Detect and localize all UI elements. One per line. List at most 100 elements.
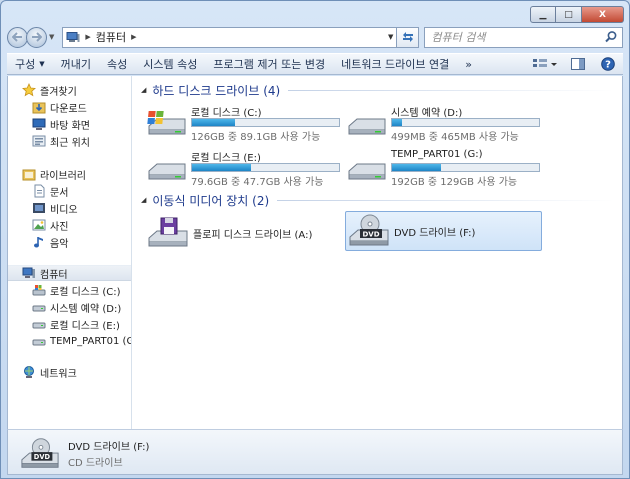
nav-label: 로컬 디스크 (E:)	[50, 320, 120, 332]
forward-arrow-icon	[32, 32, 42, 42]
drive-tile-c[interactable]: 로컬 디스크 (C:) 126GB 중 89.1GB 사용 가능	[147, 104, 342, 143]
hard-drive-icon	[348, 118, 386, 135]
properties-button[interactable]: 속성	[99, 54, 135, 74]
hard-drive-icon	[148, 163, 186, 180]
desktop-icon	[32, 118, 46, 130]
pictures-icon	[32, 219, 46, 231]
forward-button[interactable]	[26, 26, 47, 48]
navigation-pane: 즐겨찾기 다운로드 바탕 화면 최근 위치 라이브러리 문서 비디오 사진 음악…	[8, 76, 132, 429]
drive-tile-floppy[interactable]: 플로피 디스크 드라이브 (A:)	[147, 213, 343, 253]
nav-buttons: ▼	[7, 26, 54, 48]
change-view-button[interactable]	[527, 54, 563, 74]
preview-pane-button[interactable]	[563, 54, 593, 74]
documents-icon	[34, 184, 45, 198]
nav-computer[interactable]: 컴퓨터	[8, 265, 131, 281]
minimize-button[interactable]: ▁	[530, 6, 556, 23]
drive-name: 로컬 디스크 (E:)	[191, 153, 261, 164]
drive-usage-fill	[392, 119, 403, 126]
breadcrumb-computer[interactable]: 컴퓨터	[96, 29, 126, 45]
drive-usage-bar	[391, 118, 540, 127]
libraries-icon	[22, 169, 36, 181]
nav-recent-places[interactable]: 최근 위치	[32, 133, 131, 149]
drive-name: DVD 드라이브 (F:)	[394, 227, 476, 239]
dvd-logo-text: DVD	[34, 453, 51, 461]
drive-usage-bar	[191, 118, 340, 127]
nav-label: 다운로드	[50, 103, 87, 115]
nav-drive-e[interactable]: 로컬 디스크 (E:)	[32, 316, 131, 332]
hard-drive-icon	[348, 163, 386, 180]
collapse-triangle-icon[interactable]: ◢	[141, 196, 146, 204]
breadcrumb-arrow-icon[interactable]: ▶	[131, 33, 136, 41]
preview-pane-icon	[571, 58, 585, 70]
address-bar[interactable]: ▶ 컴퓨터 ▶ ▼	[62, 26, 398, 48]
refresh-button[interactable]	[397, 26, 420, 48]
nav-videos[interactable]: 비디오	[32, 200, 131, 216]
nav-pictures[interactable]: 사진	[32, 217, 131, 233]
downloads-folder-icon	[32, 102, 46, 114]
group-header-removable[interactable]: ◢ 이동식 미디어 장치 (2)	[141, 192, 614, 208]
system-properties-button[interactable]: 시스템 속성	[135, 54, 205, 74]
collapse-triangle-icon[interactable]: ◢	[141, 86, 146, 94]
nav-label: 문서	[50, 187, 69, 199]
nav-label: 네트워크	[40, 368, 77, 380]
nav-label: 음악	[50, 238, 69, 250]
computer-icon	[66, 31, 80, 42]
search-icon[interactable]	[604, 30, 618, 44]
maximize-button[interactable]: □	[556, 6, 582, 23]
eject-label: 꺼내기	[60, 58, 92, 71]
dvd-logo-text: DVD	[362, 231, 379, 239]
uninstall-program-label: 프로그램 제거 또는 변경	[213, 58, 326, 71]
nav-favorites[interactable]: 즐겨찾기	[22, 82, 131, 98]
drive-usage-fill	[192, 164, 251, 171]
drive-name: 시스템 예약 (D:)	[391, 108, 463, 119]
close-button[interactable]: X	[582, 6, 624, 23]
properties-label: 속성	[107, 58, 128, 71]
nav-label: 컴퓨터	[40, 269, 68, 281]
nav-drive-d[interactable]: 시스템 예약 (D:)	[32, 299, 131, 315]
eject-button[interactable]: 꺼내기	[53, 54, 99, 74]
more-commands-label: »	[465, 57, 473, 71]
address-dropdown-icon[interactable]: ▼	[388, 33, 393, 41]
drive-name: 플로피 디스크 드라이브 (A:)	[193, 229, 313, 241]
more-commands-button[interactable]: »	[457, 54, 480, 74]
computer-icon	[22, 267, 35, 278]
dvd-drive-icon: DVD	[349, 214, 389, 246]
floppy-drive-icon	[148, 217, 188, 247]
back-button[interactable]	[7, 26, 28, 48]
group-header-hard-drives[interactable]: ◢ 하드 디스크 드라이브 (4)	[141, 82, 614, 98]
back-arrow-icon	[12, 32, 22, 42]
search-box[interactable]	[424, 26, 623, 48]
drive-tile-e[interactable]: 로컬 디스크 (E:) 79.6GB 중 47.7GB 사용 가능	[147, 149, 342, 188]
nav-label: 시스템 예약 (D:)	[50, 303, 122, 315]
network-icon	[24, 366, 34, 378]
nav-music[interactable]: 음악	[32, 234, 131, 250]
drive-tile-d[interactable]: 시스템 예약 (D:) 499MB 중 465MB 사용 가능	[347, 104, 542, 143]
nav-libraries[interactable]: 라이브러리	[22, 166, 131, 182]
uninstall-program-button[interactable]: 프로그램 제거 또는 변경	[205, 54, 333, 74]
star-icon	[22, 83, 36, 97]
drive-usage-fill	[392, 164, 441, 171]
group-header-label: 이동식 미디어 장치 (2)	[152, 193, 270, 208]
nav-drive-g[interactable]: TEMP_PART01 (G:)	[32, 333, 131, 349]
drive-size: 126GB 중 89.1GB 사용 가능	[191, 132, 321, 143]
search-input[interactable]	[431, 30, 592, 44]
nav-drive-c[interactable]: 로컬 디스크 (C:)	[32, 282, 131, 298]
drive-tile-dvd[interactable]: DVD DVD 드라이브 (F:)	[345, 211, 542, 251]
navigation-bar: ▼ ▶ 컴퓨터 ▶ ▼	[7, 25, 623, 49]
help-button[interactable]: ?	[593, 54, 623, 74]
breadcrumb-arrow-icon[interactable]: ▶	[85, 33, 90, 41]
nav-documents[interactable]: 문서	[32, 183, 131, 199]
map-network-drive-button[interactable]: 네트워크 드라이브 연결	[333, 54, 457, 74]
nav-downloads[interactable]: 다운로드	[32, 99, 131, 115]
hard-drive-icon	[32, 339, 46, 346]
music-note-icon	[34, 237, 43, 248]
nav-label: 라이브러리	[40, 170, 86, 182]
caption-buttons: ▁ □ X	[530, 6, 624, 23]
group-header-label: 하드 디스크 드라이브 (4)	[152, 83, 281, 98]
svg-text:?: ?	[605, 60, 611, 71]
nav-desktop[interactable]: 바탕 화면	[32, 116, 131, 132]
drive-tile-g[interactable]: TEMP_PART01 (G:) 192GB 중 129GB 사용 가능	[347, 149, 542, 188]
nav-network[interactable]: 네트워크	[22, 364, 131, 380]
recent-pages-dropdown-icon[interactable]: ▼	[49, 33, 54, 41]
organize-menu[interactable]: 구성 ▼	[7, 54, 53, 74]
